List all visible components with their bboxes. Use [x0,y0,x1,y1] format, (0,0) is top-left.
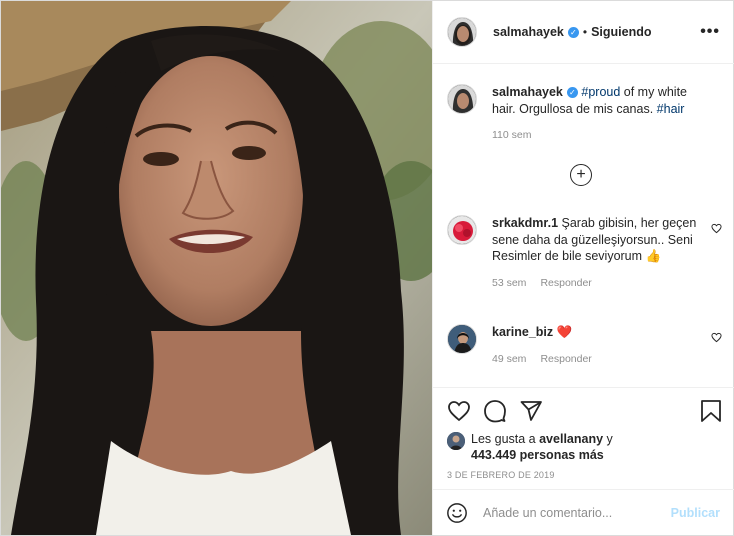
verified-badge-icon: ✓ [566,87,578,98]
comment-username[interactable]: karine_biz [492,325,553,339]
selfie-photo [1,1,432,535]
post-side-panel: salmahayek ✓ • Siguiendo ••• salmahayek ✓… [432,1,734,535]
comment-body: karine_biz ❤️ 49 sem Responder [492,324,700,367]
liker-username[interactable]: avellanany [539,432,603,446]
paper-plane-icon[interactable] [519,399,543,423]
comment-body: srkakdmr.1 Şarab gibisin, her geçen sene… [492,215,700,291]
heart-icon[interactable] [711,223,722,234]
reply-button[interactable]: Responder [540,353,591,365]
likes-connector: y [603,432,613,446]
comment-username[interactable]: srkakdmr.1 [492,216,558,230]
heart-icon[interactable] [711,332,722,343]
avatar[interactable] [447,84,477,114]
caption-age[interactable]: 110 sem [492,129,532,141]
likes-count[interactable]: 443.449 personas más [471,448,604,462]
post-modal: salmahayek ✓ • Siguiendo ••• salmahayek ✓… [0,0,734,536]
caption-body: salmahayek ✓ #proud of my white hair. Org… [492,84,700,144]
comments-list: salmahayek ✓ #proud of my white hair. Org… [433,64,734,387]
bookmark-icon[interactable] [700,399,722,423]
likes-text: Les gusta a avellanany y 443.449 persona… [471,431,671,463]
likes-prefix: Les gusta a [471,432,540,446]
add-comment-bar: Añade un comentario... Publicar [433,489,734,536]
heart-emoji: ❤️ [556,325,573,339]
comment-bubble-icon[interactable] [483,399,507,423]
more-options-icon[interactable]: ••• [700,23,720,41]
avatar[interactable] [447,324,477,354]
thumbs-up-emoji: 👍 [645,249,662,263]
caption-meta: 110 sem [492,127,700,144]
reply-button[interactable]: Responder [540,277,591,289]
post-header: salmahayek ✓ • Siguiendo ••• [433,1,734,64]
comment-meta: 49 sem Responder [492,351,700,368]
avatar[interactable] [447,17,477,47]
hashtag-proud[interactable]: #proud [581,85,620,99]
comment-age[interactable]: 53 sem [492,277,526,289]
verified-badge-icon: ✓ [567,26,579,38]
caption-username[interactable]: salmahayek [492,85,563,99]
header-username[interactable]: salmahayek [493,25,564,39]
action-icons [447,399,722,425]
emoji-smile-icon[interactable] [446,502,468,524]
comment-meta: 53 sem Responder [492,275,700,292]
comment-input[interactable]: Añade un comentario... [483,506,612,520]
comment-age[interactable]: 49 sem [492,353,526,365]
avatar[interactable] [447,215,477,245]
post-date[interactable]: 3 DE FEBRERO DE 2019 [447,470,555,480]
liker-avatar[interactable] [447,432,465,450]
header-separator: • [582,25,588,39]
load-more-comments-button[interactable]: + [570,164,592,186]
publish-button[interactable]: Publicar [671,506,720,520]
following-button[interactable]: Siguiendo [591,25,651,39]
post-photo[interactable] [1,1,432,535]
heart-icon[interactable] [447,399,471,423]
post-actions: Les gusta a avellanany y 443.449 persona… [433,387,734,535]
hashtag-hair[interactable]: #hair [657,102,685,116]
